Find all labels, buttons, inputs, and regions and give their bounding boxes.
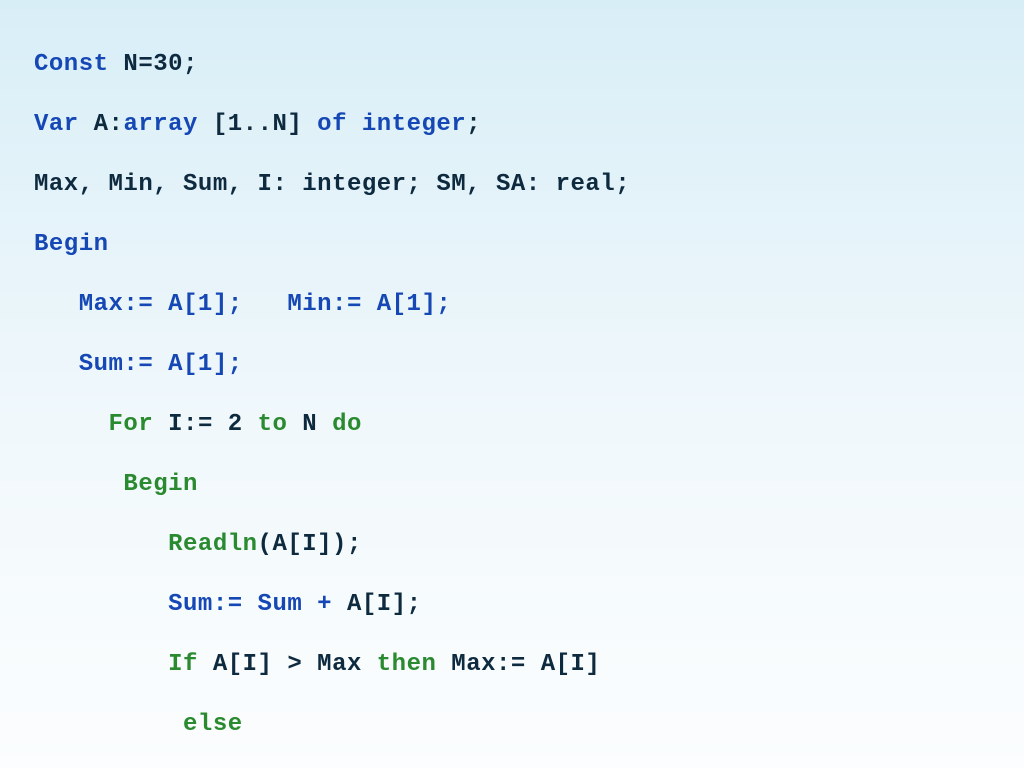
code-line: If A[I] > Max then Max:= A[I]	[34, 650, 1024, 680]
pascal-code-block: Const N=30; Var A:array [1..N] of intege…	[0, 0, 1024, 768]
keyword-if: If	[168, 651, 213, 678]
keyword-of-integer: of integer	[317, 111, 466, 138]
keyword-var: Var	[34, 111, 79, 138]
keyword-array: array	[123, 111, 198, 138]
keyword-else: else	[183, 711, 243, 738]
code-line: Sum:= Sum + A[I];	[34, 590, 1024, 620]
code-line: Sum:= A[1];	[34, 350, 1024, 380]
code-line: Max:= A[1]; Min:= A[1];	[34, 290, 1024, 320]
code-line: Begin	[34, 470, 1024, 500]
keyword-begin: Begin	[34, 230, 1024, 260]
code-line: Max, Min, Sum, I: integer; SM, SA: real;	[34, 170, 1024, 200]
keyword-then: then	[362, 651, 451, 678]
code-line: else	[34, 710, 1024, 740]
keyword-const: Const	[34, 51, 109, 78]
keyword-do: do	[332, 411, 362, 438]
keyword-to: to	[258, 411, 288, 438]
code-line: Const N=30;	[34, 50, 1024, 80]
code-line: Readln(A[I]);	[34, 530, 1024, 560]
keyword-begin-inner: Begin	[123, 471, 198, 498]
keyword-for: For	[109, 411, 154, 438]
code-line: For I:= 2 to N do	[34, 410, 1024, 440]
keyword-readln: Readln	[168, 531, 257, 558]
code-line: Var A:array [1..N] of integer;	[34, 110, 1024, 140]
